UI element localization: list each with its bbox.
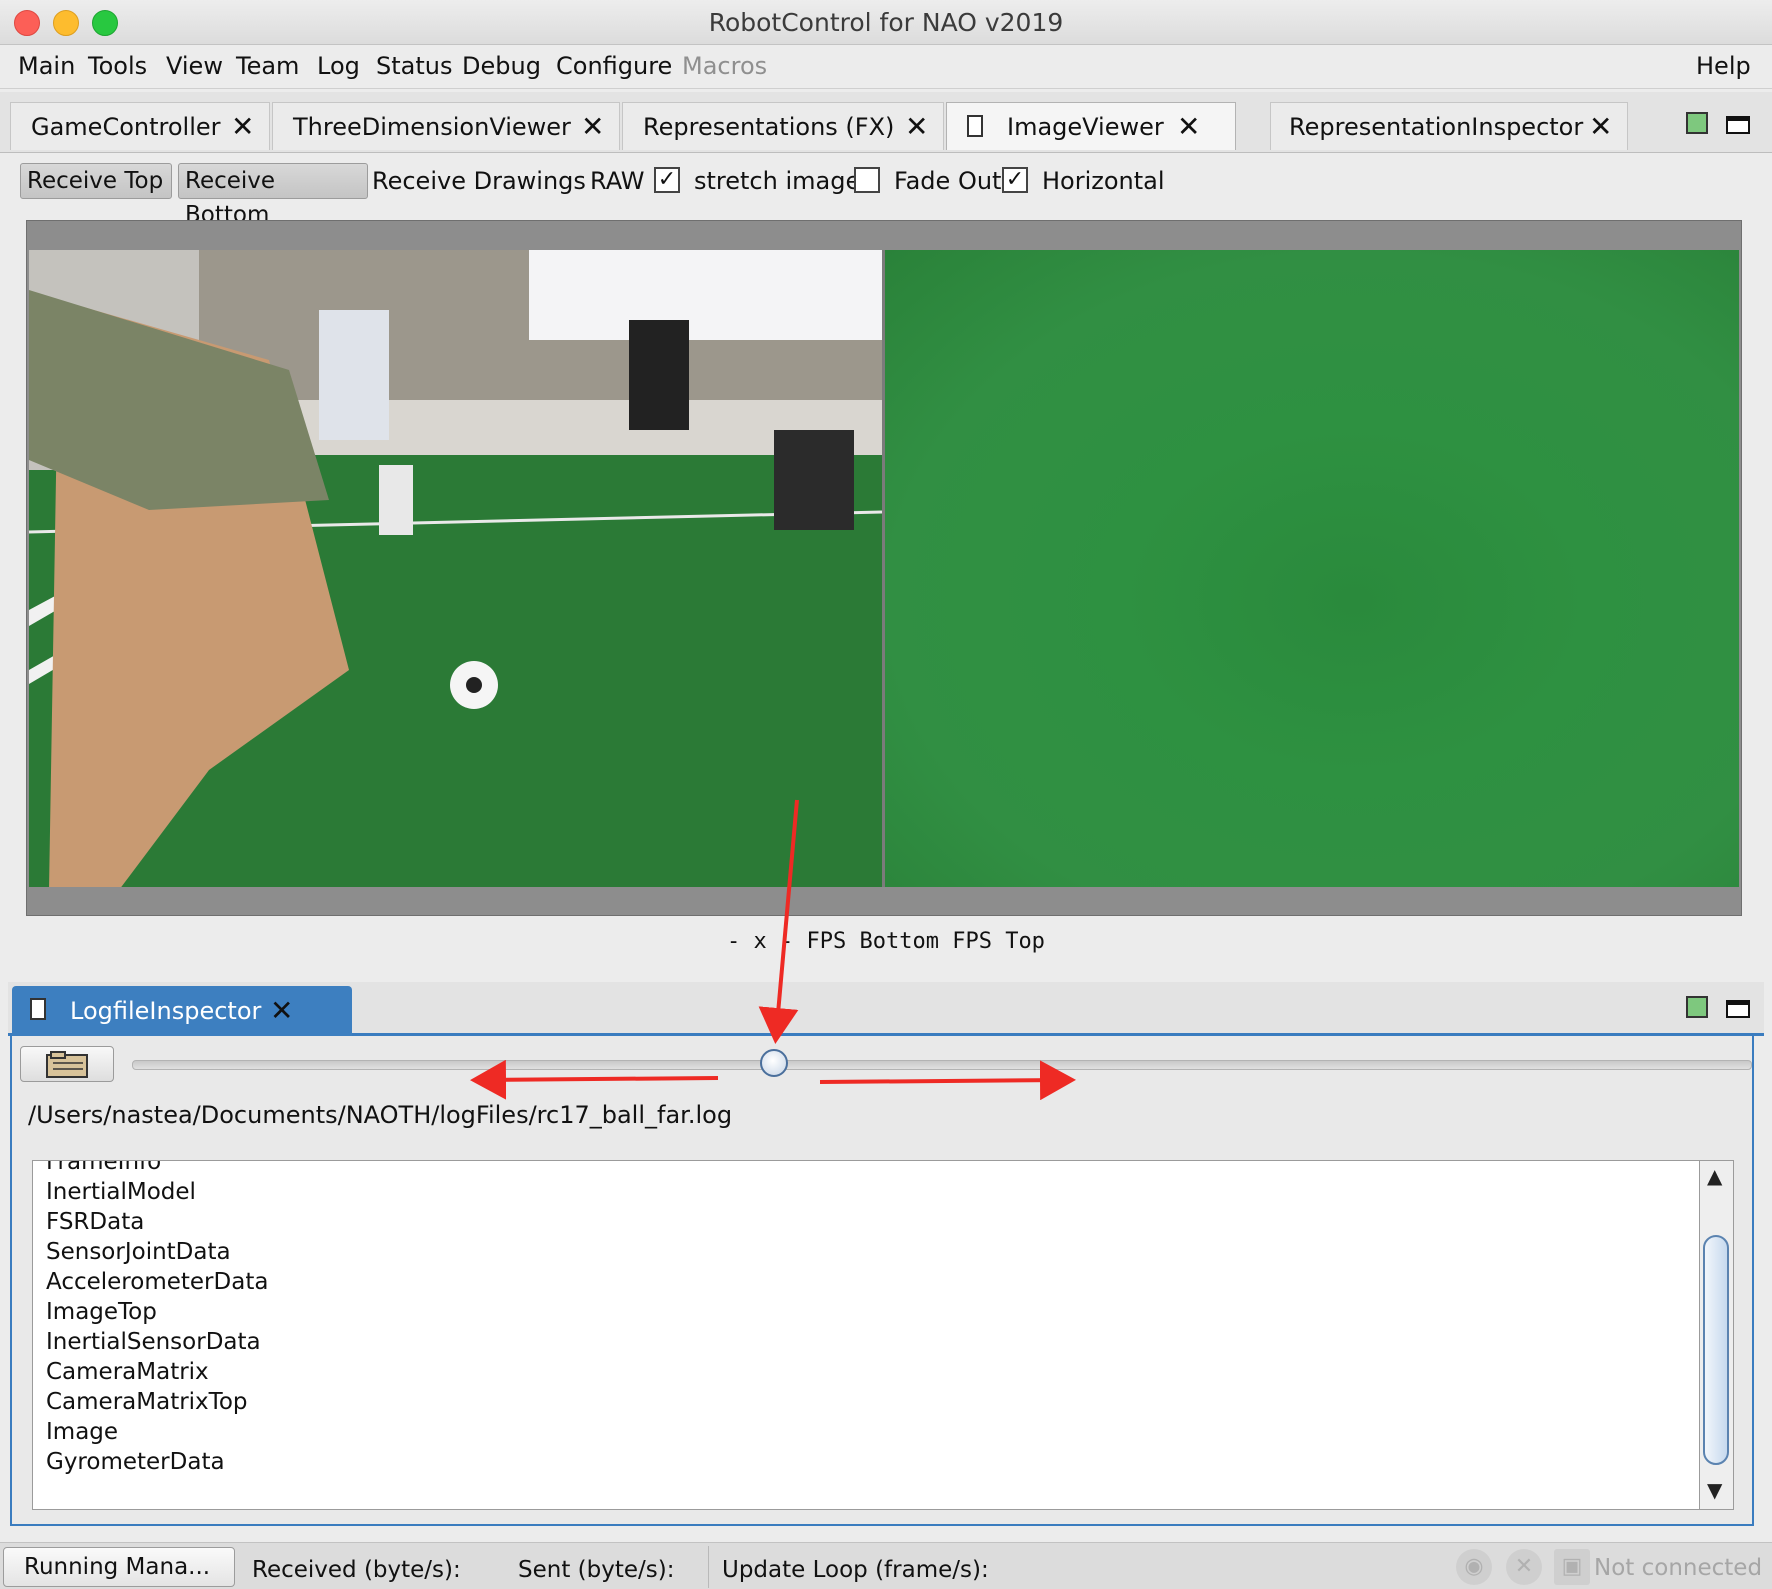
- sent-rate-label: Sent (byte/s):: [518, 1557, 675, 1583]
- annotation-arrow-down: [758, 799, 799, 1044]
- running-manager-button[interactable]: Running Mana...: [3, 1547, 235, 1587]
- received-rate-label: Received (byte/s):: [252, 1557, 461, 1583]
- network-icon: ▣: [1554, 1549, 1590, 1585]
- disconnect-icon[interactable]: ✕: [1506, 1549, 1542, 1585]
- annotation-arrow-right: [819, 1060, 1076, 1101]
- annotation-arrow-left: [470, 1059, 719, 1100]
- status-divider: [708, 1546, 709, 1588]
- annotation-overlay: [470, 799, 1076, 1101]
- connect-icon[interactable]: ◉: [1456, 1549, 1492, 1585]
- connection-status: Not connected: [1594, 1555, 1763, 1581]
- update-loop-label: Update Loop (frame/s):: [722, 1557, 989, 1583]
